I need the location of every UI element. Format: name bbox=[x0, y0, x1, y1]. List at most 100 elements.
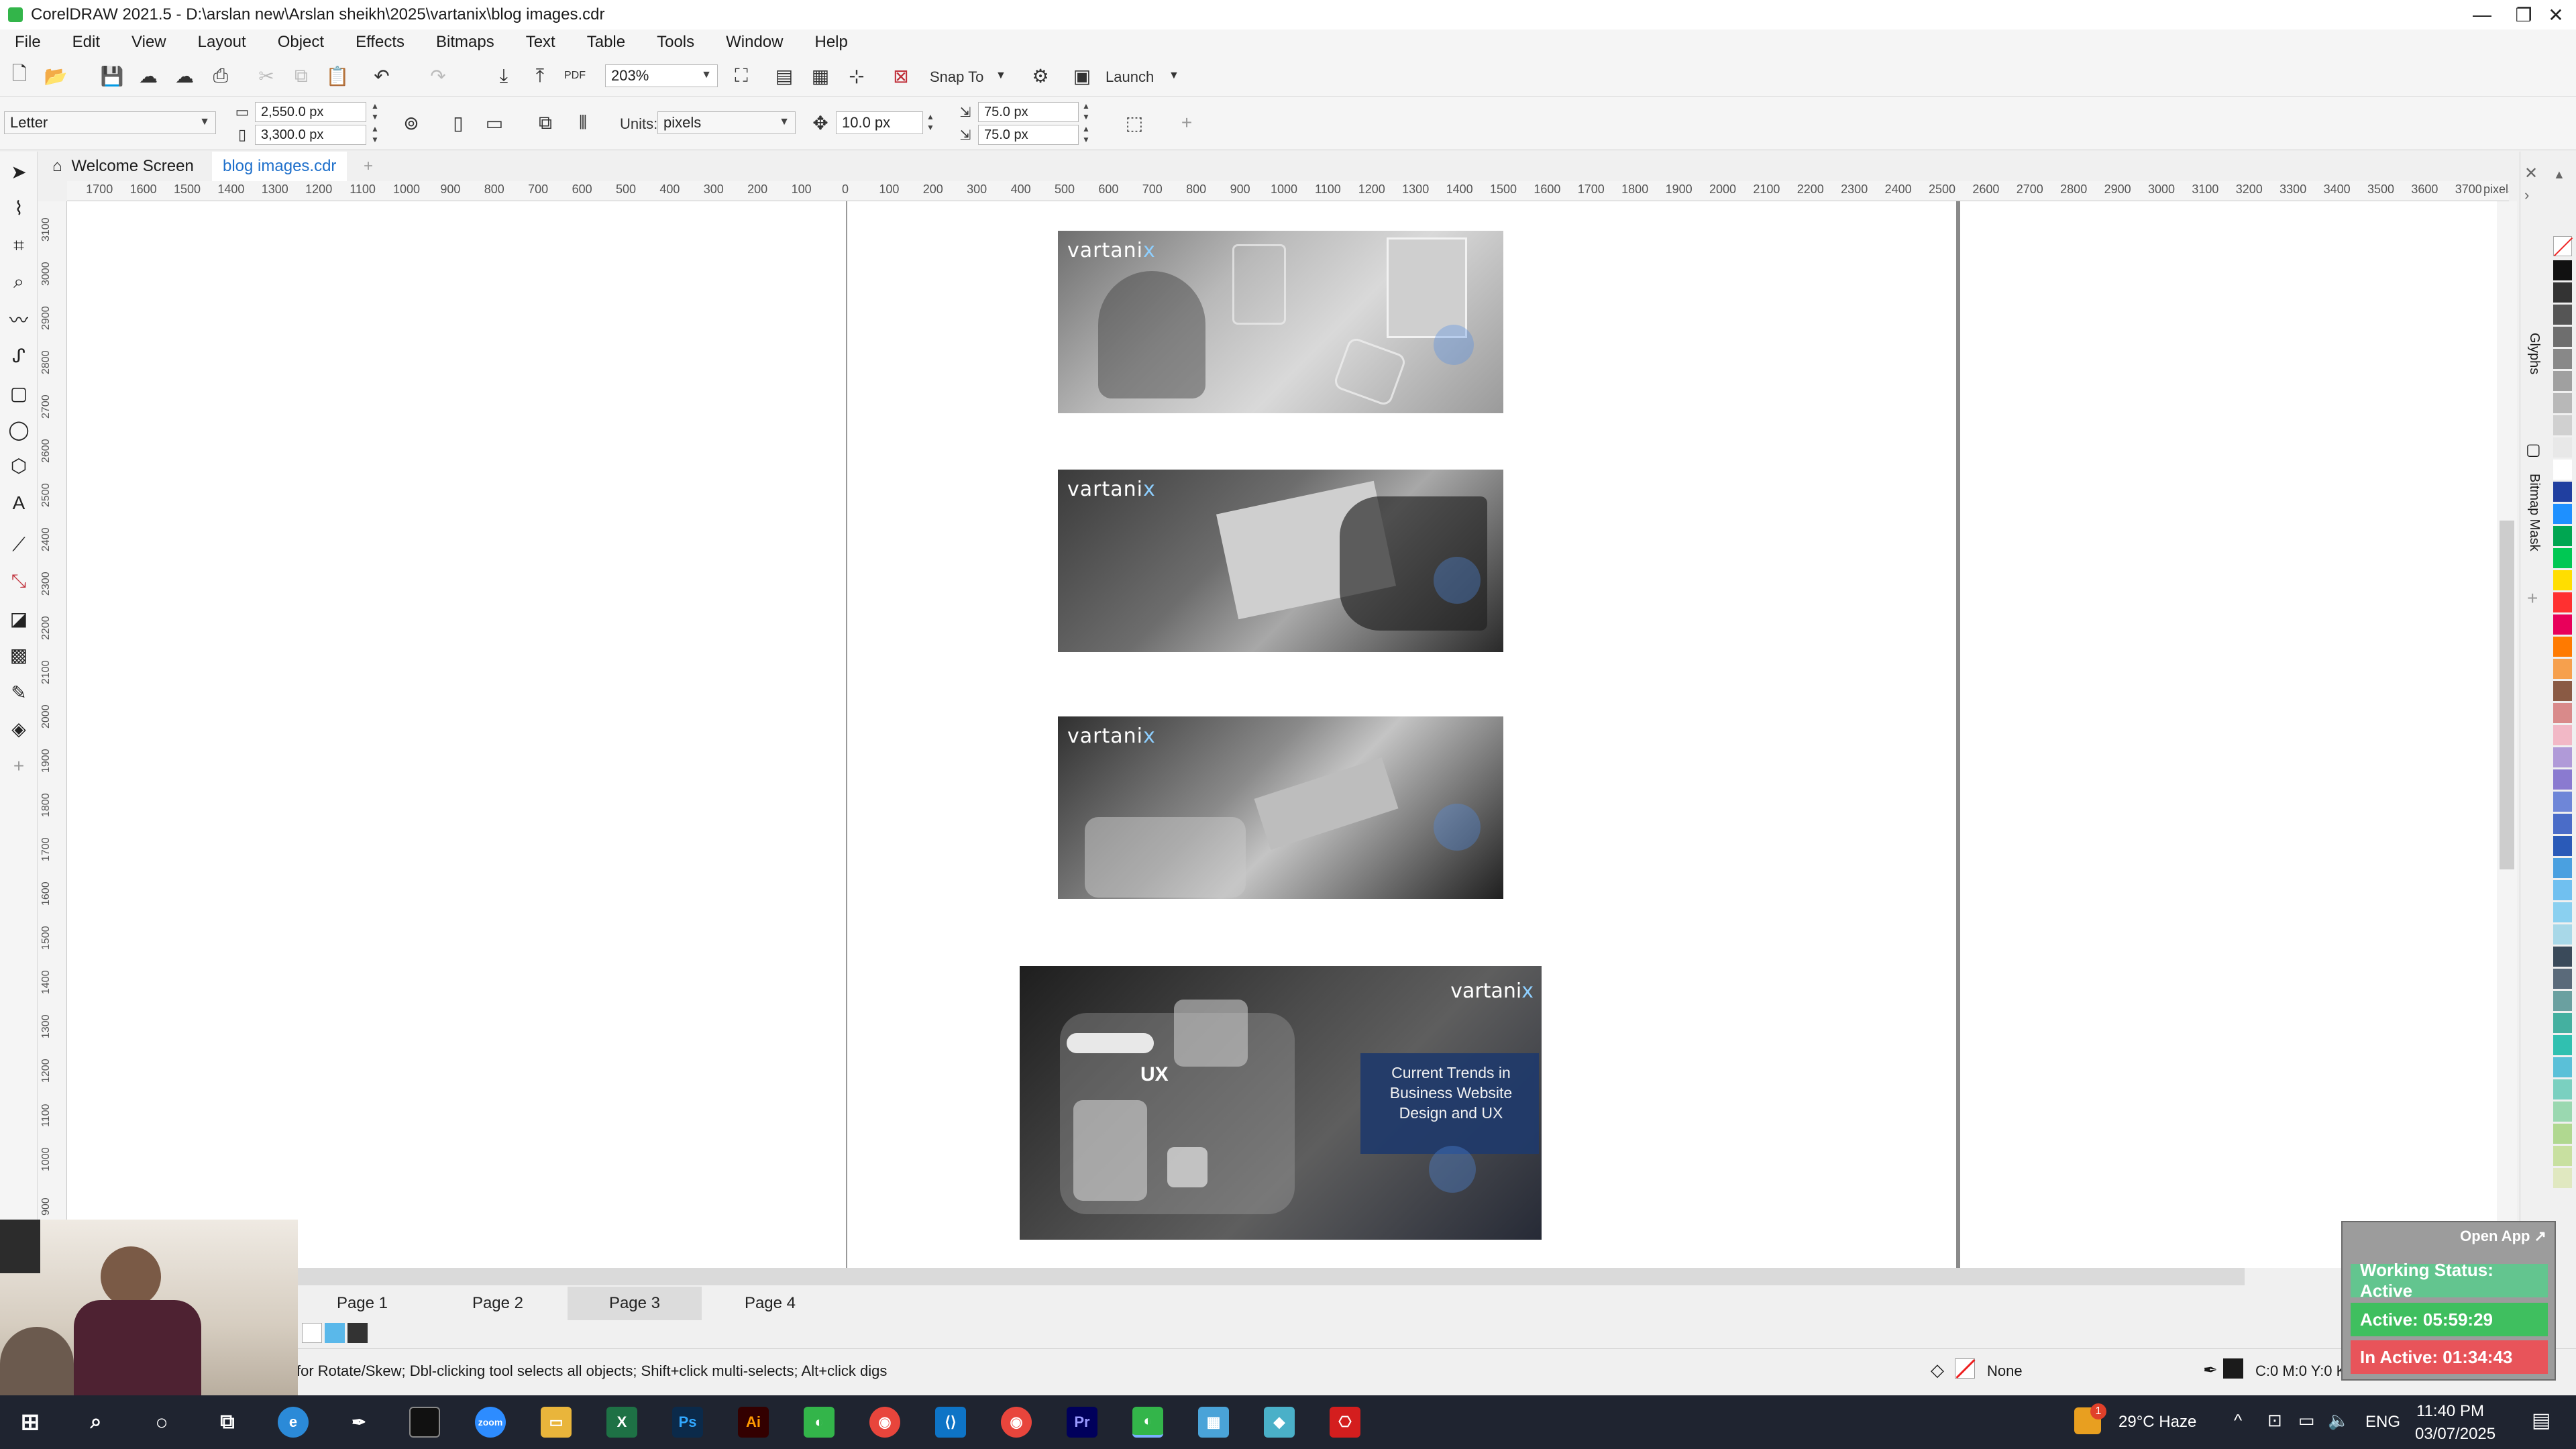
nudge-distance-field[interactable]: 10.0 px bbox=[836, 111, 923, 134]
fill-icon[interactable]: ◇ bbox=[1931, 1360, 1944, 1381]
excel-icon[interactable]: X bbox=[606, 1407, 637, 1438]
color-swatch[interactable] bbox=[2553, 703, 2572, 723]
weather-text[interactable]: 29°C Haze bbox=[2118, 1413, 2196, 1432]
menu-text[interactable]: Text bbox=[526, 33, 555, 52]
menu-effects[interactable]: Effects bbox=[356, 33, 405, 52]
task-view-icon[interactable]: ⧉ bbox=[212, 1407, 243, 1438]
shape-tool-icon[interactable]: ⌇ bbox=[7, 196, 31, 220]
premiere-icon[interactable]: Pr bbox=[1067, 1407, 1097, 1438]
chevron-down-icon[interactable]: ▼ bbox=[996, 70, 1006, 82]
color-swatch[interactable] bbox=[2553, 1035, 2572, 1055]
swatch-none[interactable] bbox=[2553, 236, 2573, 257]
pen-tool-icon[interactable]: ✒ bbox=[343, 1407, 374, 1438]
app-diamond-icon[interactable]: ◆ bbox=[1264, 1407, 1295, 1438]
tab-bitmap-mask[interactable]: Bitmap Mask bbox=[2526, 474, 2542, 551]
show-rulers-icon[interactable]: ▤ bbox=[773, 64, 796, 87]
color-swatch[interactable] bbox=[2553, 1079, 2572, 1099]
color-swatch[interactable] bbox=[2553, 504, 2572, 524]
terminal-icon[interactable] bbox=[409, 1407, 440, 1438]
color-swatch[interactable] bbox=[2553, 371, 2572, 391]
drop-shadow-icon[interactable]: ◪ bbox=[7, 606, 31, 631]
new-document-icon[interactable]: 🗋 bbox=[8, 63, 31, 87]
doc-swatch-white[interactable] bbox=[302, 1323, 322, 1343]
color-swatch[interactable] bbox=[2553, 526, 2572, 546]
chevron-down-icon[interactable]: ▼ bbox=[1169, 70, 1179, 82]
open-app-link[interactable]: Open App ↗ bbox=[2460, 1228, 2546, 1245]
search-icon[interactable]: ⌕ bbox=[80, 1407, 111, 1438]
snap-to-dropdown[interactable]: Snap To bbox=[930, 68, 983, 86]
freehand-tool-icon[interactable]: 〰 bbox=[7, 307, 31, 331]
zoom-icon[interactable]: zoom bbox=[475, 1407, 506, 1438]
color-swatch[interactable] bbox=[2553, 305, 2572, 325]
color-swatch[interactable] bbox=[2553, 681, 2572, 701]
color-swatch[interactable] bbox=[2553, 415, 2572, 435]
color-swatch[interactable] bbox=[2553, 769, 2572, 790]
edge-icon[interactable]: e bbox=[278, 1407, 309, 1438]
zoom-level-field[interactable]: 203% ▼ bbox=[605, 64, 718, 87]
width-spinner[interactable]: ▲ ▼ bbox=[369, 101, 381, 123]
blog-image-2[interactable]: vartanix bbox=[1058, 470, 1503, 652]
page-size-all-icon[interactable]: ⊚ bbox=[400, 111, 423, 134]
cut-icon[interactable]: ✂ bbox=[255, 64, 278, 87]
paper-size-select[interactable]: Letter ▼ bbox=[4, 111, 216, 134]
photoshop-icon[interactable]: Ps bbox=[672, 1407, 703, 1438]
show-guidelines-icon[interactable]: ⊹ bbox=[845, 64, 868, 87]
text-tool-icon[interactable]: A bbox=[7, 491, 31, 515]
color-swatch[interactable] bbox=[2553, 437, 2572, 458]
coreldraw-active-icon[interactable]: ◐ bbox=[1132, 1407, 1163, 1438]
add-docker-icon[interactable]: + bbox=[2527, 588, 2538, 609]
color-swatch[interactable] bbox=[2553, 902, 2572, 922]
duplicate-x-field[interactable]: 75.0 px bbox=[978, 102, 1079, 122]
portrait-icon[interactable]: ▯ bbox=[447, 111, 470, 134]
page-width-field[interactable]: 2,550.0 px bbox=[255, 102, 366, 122]
close-docker-icon[interactable]: ✕ bbox=[2524, 164, 2538, 183]
duplicate-x-spinner[interactable]: ▲ ▼ bbox=[1080, 101, 1092, 123]
acrobat-icon[interactable]: ⎔ bbox=[1330, 1407, 1360, 1438]
start-windows-icon[interactable]: ⊞ bbox=[15, 1407, 46, 1438]
interactive-fill-icon[interactable]: ◈ bbox=[7, 716, 31, 741]
color-eyedropper-icon[interactable]: ✎ bbox=[7, 680, 31, 704]
palette-scroll-up-icon[interactable]: ▲ bbox=[2553, 168, 2565, 182]
launch-dropdown[interactable]: Launch bbox=[1106, 68, 1154, 86]
outline-pen-icon[interactable]: ✒ bbox=[2203, 1360, 2218, 1381]
vertical-scrollbar[interactable] bbox=[2497, 201, 2517, 1268]
menu-bitmaps[interactable]: Bitmaps bbox=[436, 33, 494, 52]
vertical-ruler[interactable]: 3100 3000 2900 2800 2700 2600 2500 2400 2300 2200… bbox=[38, 201, 67, 1268]
pick-tool-icon[interactable]: ➤ bbox=[7, 160, 31, 184]
color-swatch[interactable] bbox=[2553, 747, 2572, 767]
height-spinner[interactable]: ▲ ▼ bbox=[369, 123, 381, 146]
full-screen-icon[interactable]: ⛶ bbox=[730, 64, 753, 87]
show-grid-icon[interactable]: ▦ bbox=[809, 64, 832, 87]
color-swatch[interactable] bbox=[2553, 460, 2572, 480]
tab-welcome-screen[interactable]: ⌂ Welcome Screen bbox=[42, 152, 205, 181]
no-fill-swatch[interactable] bbox=[1955, 1358, 1976, 1379]
page-tab-4[interactable]: Page 4 bbox=[703, 1287, 837, 1320]
zoom-tool-icon[interactable]: ⌕ bbox=[7, 270, 31, 294]
bitmap-mask-icon[interactable]: ▢ bbox=[2526, 440, 2541, 460]
color-swatch[interactable] bbox=[2553, 991, 2572, 1011]
color-swatch[interactable] bbox=[2553, 482, 2572, 502]
menu-tools[interactable]: Tools bbox=[657, 33, 694, 52]
units-select[interactable]: pixels ▼ bbox=[657, 111, 796, 134]
color-swatch[interactable] bbox=[2553, 327, 2572, 347]
chrome-icon[interactable]: ◉ bbox=[869, 1407, 900, 1438]
menu-layout[interactable]: Layout bbox=[198, 33, 246, 52]
copy-icon[interactable]: ⧉ bbox=[290, 64, 313, 87]
color-swatch[interactable] bbox=[2553, 393, 2572, 413]
tab-glyphs[interactable]: Glyphs bbox=[2526, 333, 2542, 374]
transparency-icon[interactable]: ▩ bbox=[7, 643, 31, 667]
tab-blog-images[interactable]: blog images.cdr bbox=[212, 152, 347, 181]
color-swatch[interactable] bbox=[2553, 1013, 2572, 1033]
color-swatch[interactable] bbox=[2553, 637, 2572, 657]
calculator-icon[interactable]: ▦ bbox=[1198, 1407, 1229, 1438]
color-swatch[interactable] bbox=[2553, 349, 2572, 369]
color-swatch[interactable] bbox=[2553, 614, 2572, 635]
duplicate-y-spinner[interactable]: ▲ ▼ bbox=[1080, 123, 1092, 146]
clock-date[interactable]: 03/07/2025 bbox=[2415, 1425, 2496, 1444]
menu-window[interactable]: Window bbox=[726, 33, 783, 52]
horizontal-scrollbar[interactable] bbox=[295, 1268, 2245, 1285]
drawing-canvas[interactable]: vartanix vartanix vartanix UX vartanix C… bbox=[67, 201, 2509, 1268]
cortana-icon[interactable]: ○ bbox=[146, 1407, 177, 1438]
language-indicator[interactable]: ENG bbox=[2365, 1413, 2400, 1432]
outline-color-swatch[interactable] bbox=[2223, 1358, 2243, 1379]
